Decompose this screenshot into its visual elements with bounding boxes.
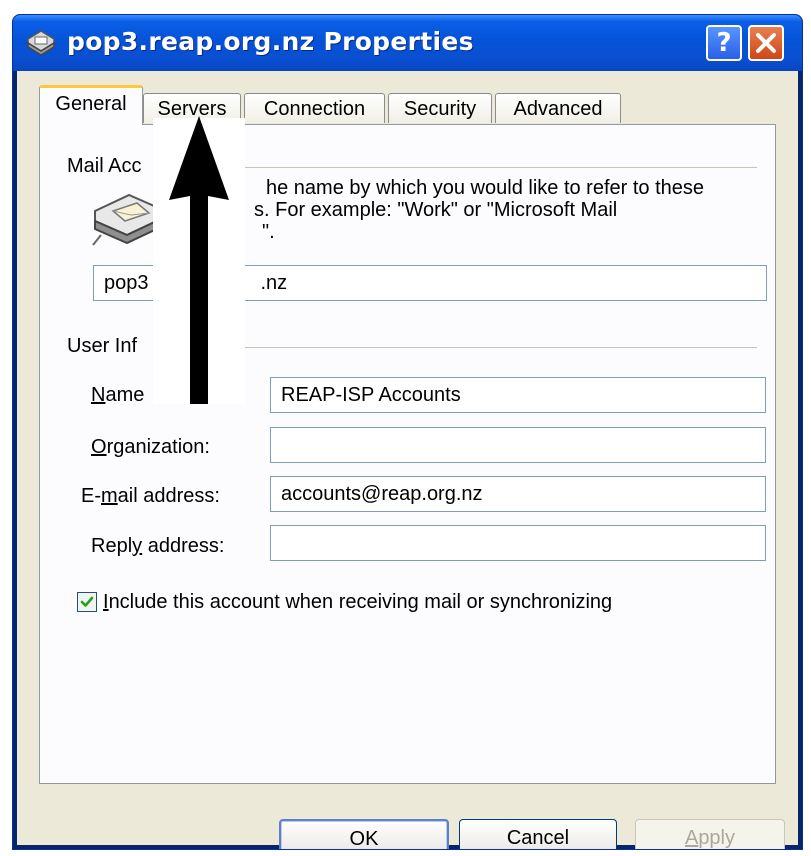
description-line-1: he name by which you would like to refer…: [266, 177, 705, 199]
close-button[interactable]: [748, 25, 784, 61]
mail-account-divider: [163, 167, 757, 168]
description-line-3: ".: [262, 221, 275, 243]
tab-connection[interactable]: Connection: [244, 93, 385, 123]
close-icon: [756, 33, 776, 53]
cancel-button[interactable]: Cancel: [459, 819, 617, 849]
tab-general[interactable]: General: [39, 85, 143, 125]
email-address-input[interactable]: accounts@reap.org.nz: [270, 476, 766, 512]
ok-button[interactable]: OK: [279, 819, 449, 849]
account-name-suffix: .nz: [260, 272, 288, 294]
up-arrow-icon: [169, 116, 229, 404]
account-name-prefix: pop3: [104, 272, 149, 294]
include-account-label[interactable]: Include this account when receiving mail…: [103, 591, 612, 614]
name-label: Name: [91, 384, 145, 406]
description-line-2: s. For example: "Work" or "Microsoft Mai…: [254, 199, 618, 221]
reply-address-input[interactable]: [270, 525, 766, 561]
reply-address-label: Reply address:: [91, 535, 225, 557]
email-address-label: E-mail address:: [81, 485, 220, 507]
mail-account-description: he name by which you would like to refer…: [254, 177, 766, 243]
dialog-body: General Servers Connection Security Adva…: [17, 71, 798, 849]
user-info-section-label: User Inf: [67, 335, 138, 357]
checkmark-icon: [80, 596, 94, 607]
mail-account-icon: [27, 30, 55, 56]
organization-label: Organization:: [91, 436, 210, 458]
help-button[interactable]: ?: [706, 25, 742, 61]
window-title: pop3.reap.org.nz Properties: [67, 27, 474, 56]
tab-advanced[interactable]: Advanced: [495, 93, 621, 123]
tab-security[interactable]: Security: [388, 93, 492, 123]
properties-dialog: pop3.reap.org.nz Properties ? General Se…: [12, 14, 803, 850]
user-info-divider: [163, 347, 757, 348]
organization-input[interactable]: [270, 427, 766, 463]
title-bar[interactable]: pop3.reap.org.nz Properties ?: [13, 15, 802, 71]
apply-button[interactable]: Apply: [635, 819, 785, 849]
include-account-checkbox[interactable]: [77, 592, 97, 612]
mail-account-section-label: Mail Acc: [67, 155, 142, 177]
name-input[interactable]: REAP-ISP Accounts: [270, 377, 766, 413]
